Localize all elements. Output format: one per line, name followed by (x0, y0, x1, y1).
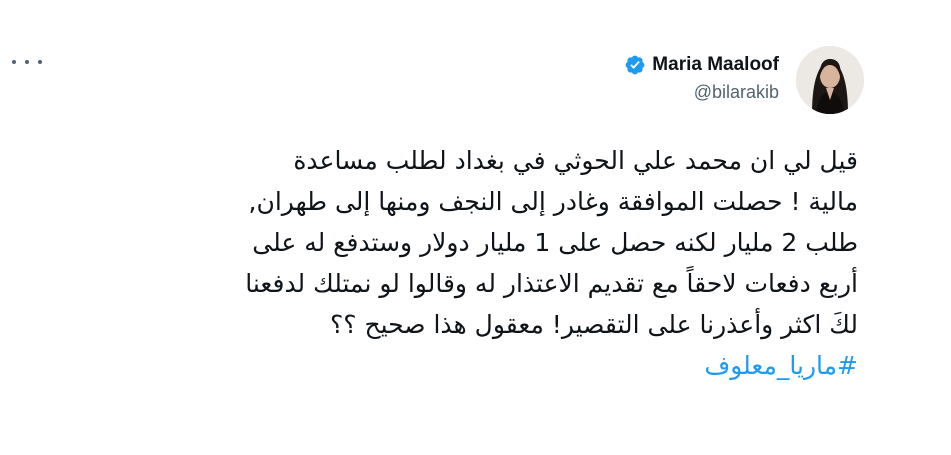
tweet-line: مالية ! حصلت الموافقة وغادر إلى النجف وم… (248, 187, 858, 216)
tweet-line: طلب 2 مليار لكنه حصل على 1 مليار دولار و… (252, 228, 858, 257)
author-name[interactable]: Maria Maaloof (652, 54, 779, 76)
author-handle[interactable]: @bilarakib (624, 82, 779, 103)
dot (25, 60, 29, 64)
avatar[interactable] (796, 46, 864, 114)
tweet-card: Maria Maaloof @bilarakib قيل لي ان محمد … (0, 0, 951, 455)
verified-badge-icon (625, 55, 645, 75)
dot (12, 60, 16, 64)
more-options-icon[interactable] (12, 52, 42, 72)
tweet-line: قيل لي ان محمد علي الحوثي في بغداد لطلب … (293, 146, 858, 175)
author-info: Maria Maaloof @bilarakib (624, 54, 779, 103)
tweet-line: أربع دفعات لاحقاً مع تقديم الاعتذار له و… (245, 269, 858, 298)
tweet-line: لكَ اكثر وأعذرنا على التقصير! معقول هذا … (330, 310, 858, 339)
avatar-image (796, 46, 864, 114)
name-row: Maria Maaloof (624, 54, 779, 76)
hashtag-link[interactable]: #ماريا_معلوف (704, 345, 858, 386)
dot (38, 60, 42, 64)
tweet-text: قيل لي ان محمد علي الحوثي في بغداد لطلب … (20, 140, 858, 386)
